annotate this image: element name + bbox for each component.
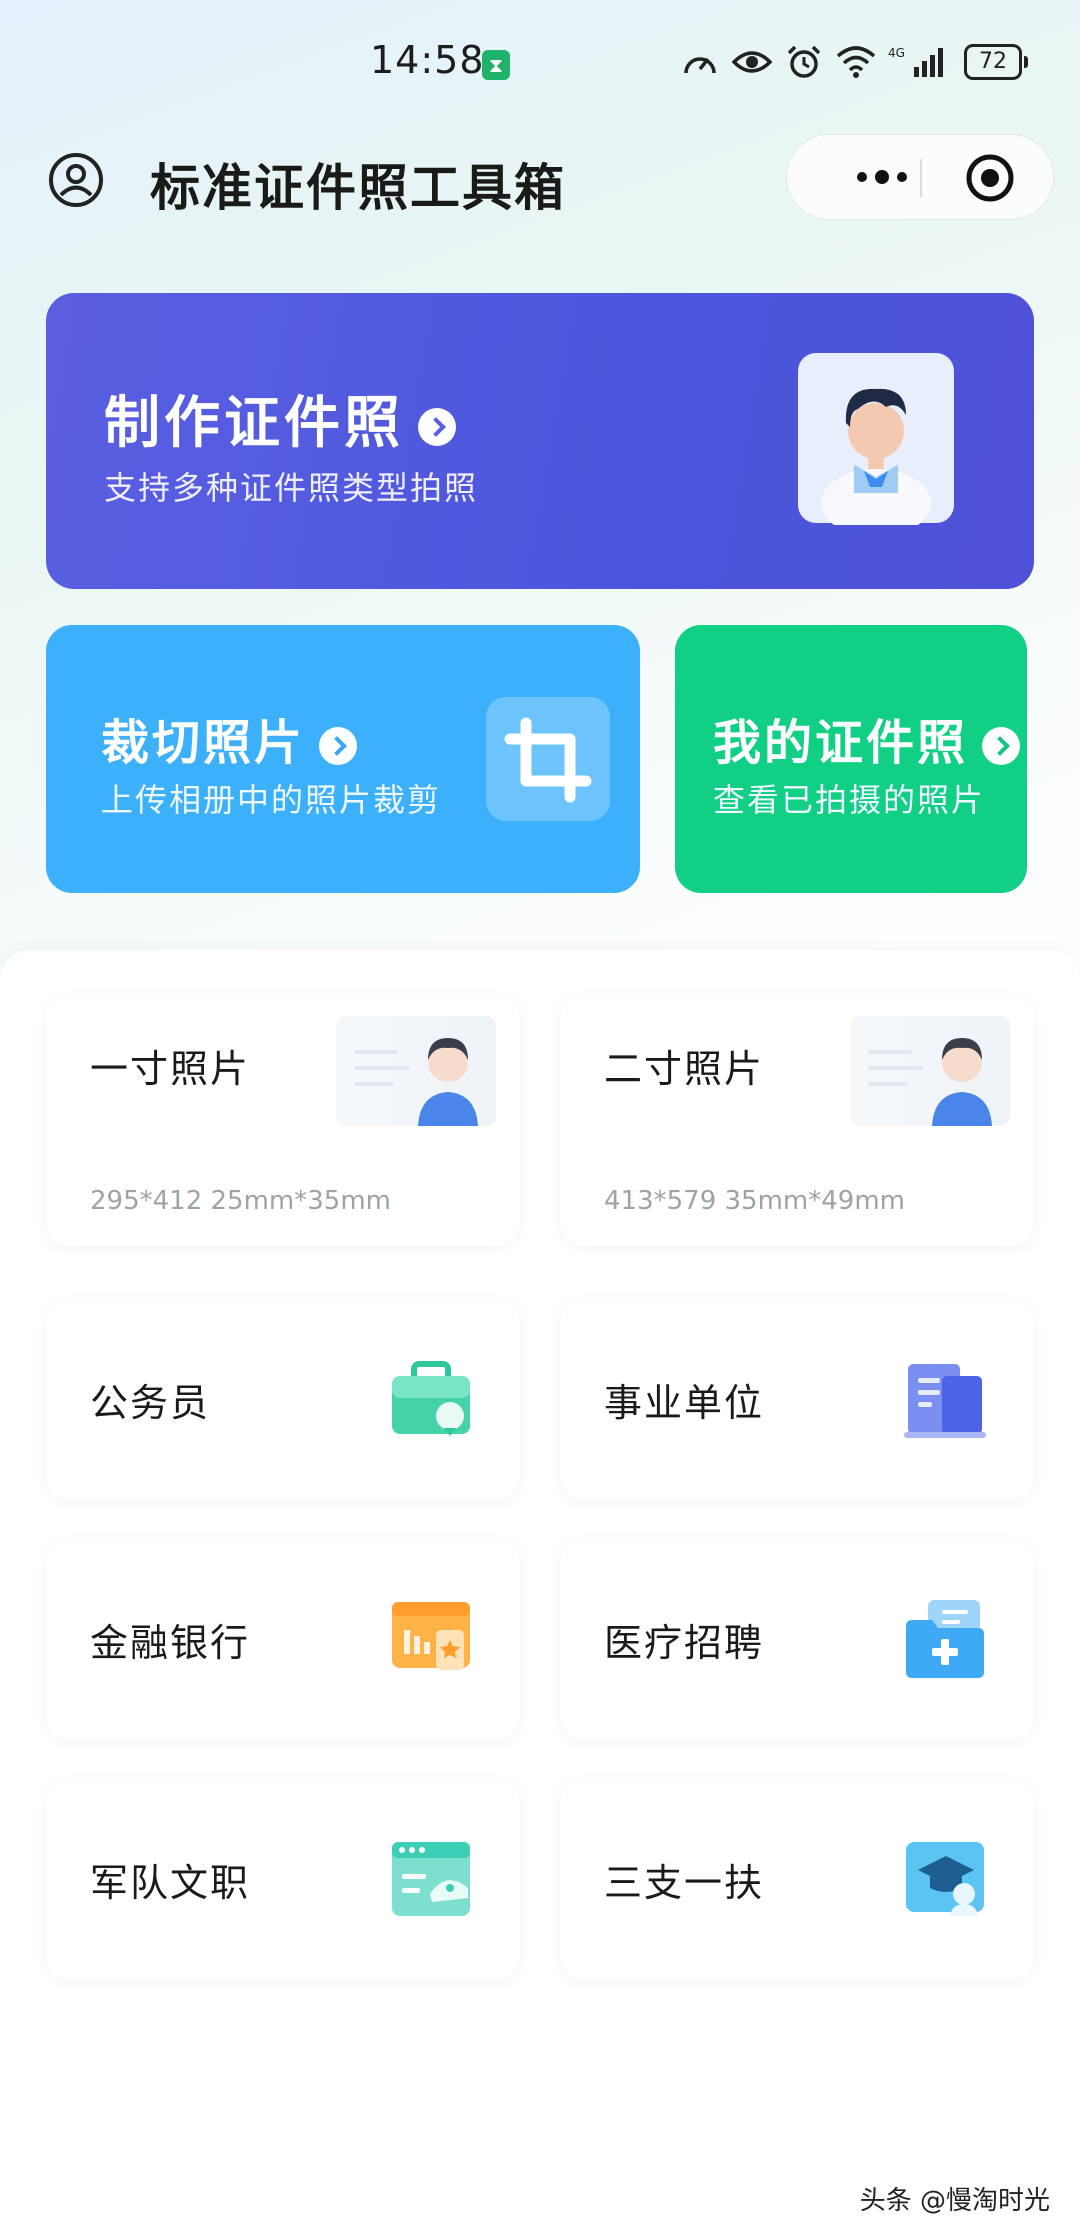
eye-icon — [732, 44, 772, 80]
crop-icon — [486, 697, 610, 821]
user-profile-icon[interactable] — [48, 152, 104, 208]
my-id-photos-banner[interactable]: 我的证件照 查看已拍摄的照片 — [675, 625, 1027, 893]
graduation-cap-icon — [902, 1836, 988, 1922]
category-name: 三支一扶 — [604, 1861, 765, 1905]
chevron-right-icon — [319, 727, 358, 765]
make-banner-subtitle: 支持多种证件照类型拍照 — [104, 469, 479, 507]
category-card-three-supports-one-aid[interactable]: 三支一扶 — [560, 1780, 1034, 1980]
photo-size-spec: 295*412 25mm*35mm — [90, 1186, 391, 1216]
mine-banner-title: 我的证件照 — [713, 703, 1021, 773]
category-card-finance-bank[interactable]: 金融银行 — [46, 1540, 520, 1740]
category-name: 军队文职 — [90, 1861, 251, 1905]
make-banner-title: 制作证件照 — [104, 378, 456, 459]
bank-card-icon — [388, 1596, 474, 1682]
id-photo-avatar-icon — [794, 353, 954, 537]
make-id-photo-banner[interactable]: 制作证件照 支持多种证件照类型拍照 — [46, 293, 1034, 589]
chevron-right-icon — [982, 727, 1021, 765]
nav-bar: 标准证件照工具箱 — [0, 130, 1080, 230]
category-name: 事业单位 — [604, 1381, 765, 1425]
military-cap-icon — [388, 1836, 474, 1922]
speed-gauge-icon — [680, 44, 720, 80]
photo-size-name: 一寸照片 — [90, 1047, 251, 1091]
category-name: 公务员 — [90, 1381, 211, 1425]
status-time: 14:58 — [370, 38, 485, 82]
portrait-thumbnail-icon — [850, 1016, 1010, 1126]
photo-size-name: 二寸照片 — [604, 1047, 765, 1091]
more-dot-icon — [897, 172, 907, 182]
photo-size-card-2inch[interactable]: 二寸照片 413*579 35mm*49mm — [560, 996, 1034, 1246]
alarm-icon — [784, 44, 824, 80]
category-name: 金融银行 — [90, 1621, 251, 1665]
category-name: 医疗招聘 — [604, 1621, 765, 1665]
category-card-military-civilian[interactable]: 军队文职 — [46, 1780, 520, 1980]
wifi-icon — [836, 44, 876, 80]
signal-icon: 4G — [888, 44, 952, 80]
portrait-thumbnail-icon — [336, 1016, 496, 1126]
photo-size-spec: 413*579 35mm*49mm — [604, 1186, 905, 1216]
mini-program-capsule — [786, 134, 1054, 220]
capsule-divider — [920, 159, 922, 197]
page-title: 标准证件照工具箱 — [150, 159, 566, 217]
crop-banner-title: 裁切照片 — [101, 703, 358, 773]
close-mini-program-button[interactable] — [965, 153, 1015, 203]
status-icons: 4G 72 — [680, 42, 1028, 82]
crop-photo-banner[interactable]: 裁切照片 上传相册中的照片裁剪 — [46, 625, 640, 893]
category-card-medical-recruitment[interactable]: 医疗招聘 — [560, 1540, 1034, 1740]
category-card-civil-servant[interactable]: 公务员 — [46, 1300, 520, 1500]
battery-indicator: 72 — [964, 44, 1028, 80]
more-dot-icon — [875, 170, 889, 184]
building-icon — [902, 1356, 988, 1442]
chevron-right-icon — [418, 407, 456, 446]
photo-size-card-1inch[interactable]: 一寸照片 295*412 25mm*35mm — [46, 996, 520, 1246]
network-label: 4G — [888, 46, 905, 60]
medical-folder-icon — [902, 1596, 988, 1682]
hourglass-icon: ⧗ — [482, 50, 510, 80]
status-bar: 14:58 ⧗ 4G 72 — [0, 0, 1080, 120]
mine-banner-subtitle: 查看已拍摄的照片 — [713, 781, 986, 819]
more-dot-icon — [857, 172, 867, 182]
category-card-public-institution[interactable]: 事业单位 — [560, 1300, 1034, 1500]
watermark: 头条 @慢淘时光 — [859, 2186, 1050, 2216]
briefcase-icon — [388, 1356, 474, 1442]
crop-banner-subtitle: 上传相册中的照片裁剪 — [101, 781, 442, 819]
